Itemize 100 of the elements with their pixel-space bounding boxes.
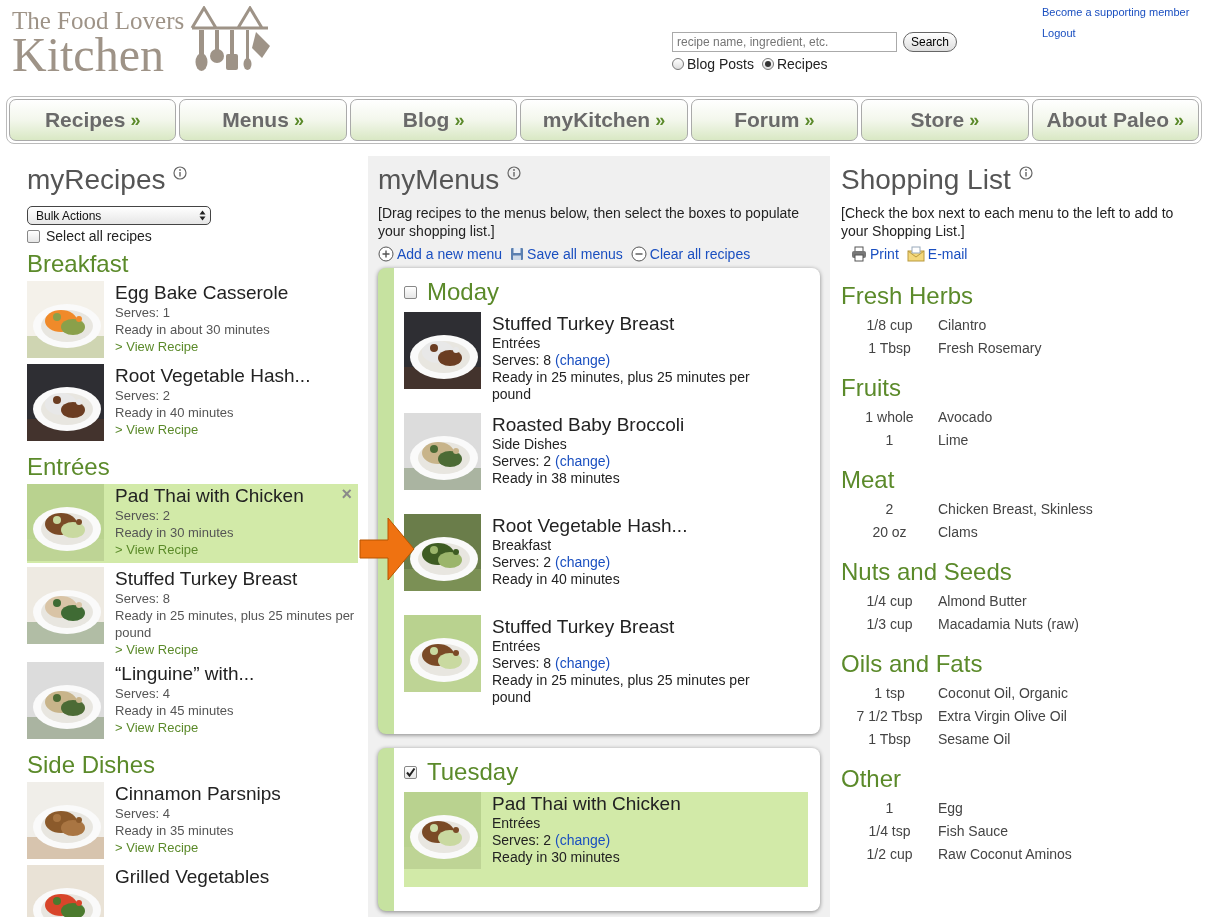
instructions-text: [Check the box next to each menu to the left to add to your Shopping List.] xyxy=(841,204,1175,240)
radio-button[interactable] xyxy=(761,58,774,70)
info-icon[interactable] xyxy=(507,166,522,180)
ready-time-text: Ready in 25 minutes, plus 25 minutes per pound xyxy=(492,369,751,403)
recipe-title: Grilled Vegetables xyxy=(115,865,270,888)
nav-tab[interactable]: About Paleo » xyxy=(1031,99,1199,141)
serves-text: Serves: 8 xyxy=(115,590,171,607)
category-text: Entrées xyxy=(492,638,542,655)
shopping-action-link[interactable]: E-mail xyxy=(906,246,968,262)
nav-tab[interactable]: myKitchen » xyxy=(520,99,688,141)
serves-text: Serves: 8 xyxy=(492,655,552,671)
recipe-row-highlighted[interactable]: Pad Thai with Chicken Serves: 2 Ready in 30 minutes > View Recipe × xyxy=(27,484,358,563)
account-link[interactable]: Logout xyxy=(1042,27,1190,39)
info-icon[interactable] xyxy=(173,166,188,180)
nav-tab[interactable]: Recipes » xyxy=(9,99,177,141)
account-link[interactable]: Become a supporting member xyxy=(1042,6,1190,18)
checkbox[interactable] xyxy=(404,765,417,779)
quantity-text: 1/3 cup xyxy=(865,615,914,634)
change-link[interactable]: (change) xyxy=(555,352,611,368)
menu-item-highlighted[interactable]: Pad Thai with Chicken Entrées Serves: 2 (change) Ready in 30 minutes xyxy=(404,792,808,887)
category-text: Side Dishes xyxy=(492,436,568,453)
recipe-title: Stuffed Turkey Breast xyxy=(115,567,299,590)
quantity-text: 7 1/2 Tbsp xyxy=(855,707,924,726)
serves-text: Serves: 2 xyxy=(115,387,171,404)
menu-action-link[interactable]: Clear all recipes xyxy=(630,246,751,262)
search-button[interactable]: Search xyxy=(903,32,958,52)
select-arrows-icon xyxy=(199,210,206,221)
info-icon[interactable] xyxy=(1018,166,1033,180)
ingredient-text: Chicken Breast, Skinless xyxy=(938,500,1093,519)
ready-time-text: Ready in about 30 minutes xyxy=(115,321,271,338)
view-recipe-link[interactable]: > View Recipe xyxy=(115,719,255,736)
change-link[interactable]: (change) xyxy=(555,554,611,570)
quantity-text: 2 xyxy=(884,500,895,519)
logo-text: Kitchen xyxy=(12,31,164,79)
recipe-title: Root Vegetable Hash... xyxy=(492,514,688,537)
category-heading: Side Dishes xyxy=(27,751,157,779)
recipe-title: Pad Thai with Chicken xyxy=(492,792,681,815)
instructions-text: [Drag recipes to the menus below, then select the boxes to populate your shopping list.] xyxy=(378,204,801,240)
category-heading: Nuts and Seeds xyxy=(841,558,1013,586)
ready-time-text: Ready in 25 minutes, plus 25 minutes per pound xyxy=(115,607,356,641)
ingredient-text: Almond Butter xyxy=(938,592,1027,611)
printer-icon xyxy=(851,246,867,262)
serves-text: Serves: 2 xyxy=(492,554,552,570)
change-link[interactable]: (change) xyxy=(555,832,611,848)
ready-time-text: Ready in 38 minutes xyxy=(492,470,621,487)
ingredient-text: Raw Coconut Aminos xyxy=(938,845,1072,864)
category-text: Breakfast xyxy=(492,537,553,554)
ingredient-text: Avocado xyxy=(938,408,993,427)
ingredient-text: Fresh Rosemary xyxy=(938,339,1042,358)
quantity-text: 1/4 tsp xyxy=(867,822,912,841)
quantity-text: 1/2 cup xyxy=(865,845,914,864)
view-recipe-link[interactable]: > View Recipe xyxy=(115,421,311,438)
recipe-title: Stuffed Turkey Breast xyxy=(492,615,676,638)
view-recipe-link[interactable]: > View Recipe xyxy=(115,541,304,558)
quantity-text: 1/8 cup xyxy=(865,316,914,335)
nav-tab[interactable]: Blog » xyxy=(349,99,518,141)
change-link[interactable]: (change) xyxy=(555,453,611,469)
ready-time-text: Ready in 30 minutes xyxy=(115,524,235,541)
checkbox[interactable] xyxy=(404,285,417,299)
quantity-text: 1 Tbsp xyxy=(867,730,912,749)
menu-action-link[interactable]: Save all menus xyxy=(510,246,623,262)
bulk-actions-select[interactable]: Bulk Actions xyxy=(27,206,211,225)
section-title: myMenus xyxy=(378,164,500,196)
serves-text: Serves: 1 xyxy=(115,304,171,321)
serves-text: Serves: 2 xyxy=(115,507,171,524)
view-recipe-link[interactable]: > View Recipe xyxy=(115,641,358,658)
quantity-text: 1/4 cup xyxy=(865,592,914,611)
radio-button[interactable] xyxy=(672,58,684,70)
menu-action-link[interactable]: Add a new menu xyxy=(378,246,503,262)
category-heading: Fruits xyxy=(841,374,902,402)
nav-tab[interactable]: Forum » xyxy=(690,99,859,141)
category-text: Entrées xyxy=(492,815,542,832)
nav-tab[interactable]: Menus » xyxy=(179,99,347,141)
search-field[interactable]: recipe name, ingredient, etc. xyxy=(672,32,897,52)
recipe-title: Cinnamon Parsnips xyxy=(115,782,281,805)
checkbox-label: Select all recipes xyxy=(46,228,152,244)
serves-text: Serves: 2 xyxy=(492,453,552,469)
view-recipe-link[interactable]: > View Recipe xyxy=(115,338,289,355)
quantity-text: 1 Tbsp xyxy=(867,339,912,358)
recipe-title: Root Vegetable Hash... xyxy=(115,364,311,387)
shopping-action-link[interactable]: Print xyxy=(851,246,899,262)
serves-text: Serves: 8 xyxy=(492,352,552,368)
serves-text: Serves: 4 xyxy=(115,685,171,702)
ingredient-text: Extra Virgin Olive Oil xyxy=(938,707,1067,726)
change-link[interactable]: (change) xyxy=(555,655,611,671)
quantity-text: 1 whole xyxy=(864,408,915,427)
category-heading: Breakfast xyxy=(27,250,130,278)
menu-day-title: Moday xyxy=(427,278,500,306)
ingredient-text: Sesame Oil xyxy=(938,730,1011,749)
checkbox[interactable] xyxy=(27,229,40,243)
ready-time-text: Ready in 40 minutes xyxy=(115,404,235,421)
recipe-title: Roasted Baby Broccoli xyxy=(492,413,685,436)
quantity-text: 1 xyxy=(884,431,895,450)
quantity-text: 20 oz xyxy=(871,523,908,542)
recipe-title: Pad Thai with Chicken xyxy=(115,484,304,507)
nav-tab[interactable]: Store » xyxy=(861,99,1029,141)
view-recipe-link[interactable]: > View Recipe xyxy=(115,839,281,856)
radio-label: Blog Posts xyxy=(687,56,754,72)
ingredient-text: Coconut Oil, Organic xyxy=(938,684,1068,703)
section-title: myRecipes xyxy=(27,164,166,196)
